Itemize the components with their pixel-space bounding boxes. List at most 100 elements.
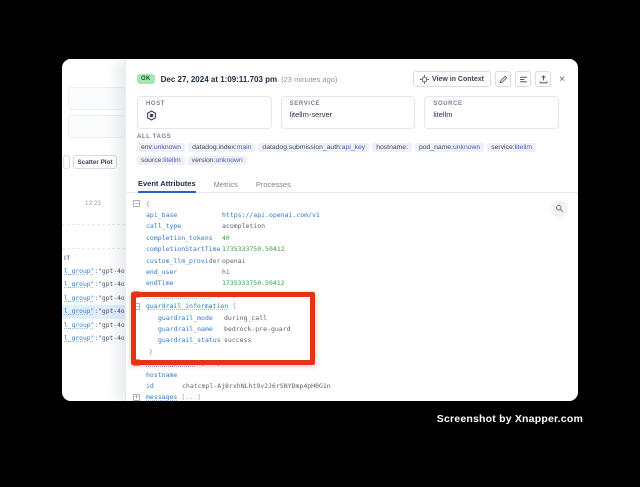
tag-value: unknown (215, 157, 242, 164)
tag-key: source: (141, 157, 163, 164)
all-tags-label: ALL TAGS (137, 134, 566, 140)
view-in-context-label: View in Context (432, 76, 484, 83)
list-column-header: IT (64, 255, 71, 262)
source-value: litellm (433, 110, 550, 119)
tag-key: version: (192, 157, 216, 164)
attribute-value: hi (222, 268, 230, 276)
info-cards: HOST SERVICE litellm-server SOURCE litel… (137, 96, 559, 129)
log-list: l_group":"gpt-4o l_group":"gpt-4o l_grou… (62, 265, 125, 345)
attribute-row[interactable]: endTime1735333750.50412 (126, 278, 578, 289)
attribute-value: openai (222, 257, 245, 265)
list-item-value: :"gpt-4o (94, 295, 124, 302)
detail-tabs: Event Attributes Metrics Processes (126, 177, 578, 193)
attribute-row[interactable]: idchatcmpl-Aj8rxhNLht9v2J6rSNYDmp4pH0G1n (126, 380, 578, 391)
chart-gridline (62, 248, 125, 249)
attribute-value: 40 (222, 234, 230, 242)
all-tags-section: ALL TAGS env:unknown datadog.index:main … (137, 134, 566, 165)
tag[interactable]: pod_name:unknown (415, 143, 484, 152)
attribute-key: endTime (146, 279, 222, 287)
collapse-icon[interactable]: − (133, 200, 140, 207)
list-item-key: l_group" (64, 322, 94, 329)
tag[interactable]: service:litellm (487, 143, 536, 152)
expand-icon[interactable]: + (133, 394, 140, 401)
time-axis-tick: 13:23 (85, 200, 101, 207)
attribute-row[interactable]: hostname (126, 369, 578, 380)
source-card[interactable]: SOURCE litellm (424, 96, 559, 129)
card-label: HOST (146, 101, 263, 107)
json-brace: { (146, 200, 150, 208)
attribute-row[interactable]: completion_tokens40 (126, 232, 578, 243)
tag-value: litellm (163, 157, 180, 164)
list-item-value: :"gpt-4o (94, 308, 124, 315)
list-item[interactable]: l_group":"gpt-4o (62, 265, 125, 278)
export-button[interactable] (535, 71, 551, 87)
list-item-key: l_group" (64, 295, 94, 302)
attribute-row[interactable]: −{ (126, 198, 578, 209)
list-item-key: l_group" (64, 281, 94, 288)
related-events-icon (519, 75, 528, 84)
edit-button[interactable] (495, 71, 511, 87)
tag[interactable]: env:unknown (137, 143, 185, 152)
annotation-highlight-box (131, 292, 315, 365)
host-icon (146, 110, 263, 121)
attribute-row[interactable]: call_typeacompletion (126, 221, 578, 232)
tag-value: unknown (154, 144, 181, 151)
list-item-key: l_group" (64, 308, 94, 315)
tag[interactable]: hostname: (372, 143, 412, 152)
tag-value: unknown (453, 144, 480, 151)
attribute-row[interactable]: custom_llm_provideropenai (126, 255, 578, 266)
watermark-text: Screenshot by Xnapper.com (437, 413, 583, 425)
list-item[interactable]: l_group":"gpt-4o (62, 292, 125, 305)
list-item-key: l_group" (64, 268, 94, 275)
scope-icon (420, 75, 429, 84)
service-value: litellm-server (290, 110, 407, 119)
list-item-value: :"gpt-4o (94, 268, 124, 275)
tag-value: litellm (515, 144, 532, 151)
tag[interactable]: version:unknown (188, 156, 247, 165)
close-button[interactable]: × (555, 71, 569, 87)
attribute-row[interactable]: +messages[...] (126, 392, 578, 401)
attribute-row[interactable]: completionStartTime1735333750.50412 (126, 244, 578, 255)
attribute-key: completionStartTime (146, 245, 222, 253)
collapsed-panel-row (68, 87, 126, 110)
attribute-value: 1735333750.50412 (222, 245, 285, 253)
tag[interactable]: datadog.submission_auth:api_key (258, 143, 369, 152)
attribute-value: chatcmpl-Aj8rxhNLht9v2J6rSNYDmp4pH0G1n (182, 382, 331, 390)
attribute-key: hostname (146, 371, 182, 379)
attribute-key: id (146, 382, 182, 390)
chart-gridline (62, 224, 125, 225)
attribute-key[interactable]: messages (146, 393, 177, 401)
attribute-row[interactable]: api_basehttps://api.openai.com/v1 (126, 209, 578, 220)
view-in-context-button[interactable]: View in Context (413, 71, 491, 87)
list-item-selected[interactable]: l_group":"gpt-4o (62, 305, 125, 318)
tab-metrics[interactable]: Metrics (214, 180, 238, 192)
related-events-button[interactable] (515, 71, 531, 87)
tab-event-attributes[interactable]: Event Attributes (138, 179, 196, 193)
scatter-plot-button[interactable]: Scatter Plot (73, 155, 117, 169)
attribute-key: end_user (146, 268, 222, 276)
attribute-key: call_type (146, 222, 222, 230)
host-card[interactable]: HOST (137, 96, 272, 129)
tag[interactable]: source:litellm (137, 156, 185, 165)
relative-time: (23 minutes ago) (281, 75, 337, 84)
pencil-icon (499, 75, 508, 84)
service-card[interactable]: SERVICE litellm-server (281, 96, 416, 129)
tag-key: datadog.index: (192, 144, 237, 151)
list-item[interactable]: l_group":"gpt-4o (62, 332, 125, 345)
tag-pills: env:unknown datadog.index:main datadog.s… (137, 143, 566, 165)
tag-key: env: (141, 144, 154, 151)
attribute-value-link[interactable]: https://api.openai.com/v1 (222, 211, 320, 219)
list-item[interactable]: l_group":"gpt-4o (62, 278, 125, 291)
tag[interactable]: datadog.index:main (188, 143, 255, 152)
attribute-value: acompletion (222, 222, 265, 230)
tag-key: datadog.submission_auth: (262, 144, 341, 151)
list-item[interactable]: l_group":"gpt-4o (62, 319, 125, 332)
attribute-row[interactable]: end_userhi (126, 266, 578, 277)
tab-processes[interactable]: Processes (256, 180, 291, 192)
list-item-value: :"gpt-4o (94, 335, 124, 342)
header-actions: View in Context × (413, 71, 569, 87)
attribute-key: completion_tokens (146, 234, 222, 242)
event-header: OK Dec 27, 2024 at 1:09:11.703 pm (23 mi… (137, 70, 569, 88)
tag-key: hostname: (376, 144, 408, 151)
truncated-button[interactable] (63, 155, 70, 169)
